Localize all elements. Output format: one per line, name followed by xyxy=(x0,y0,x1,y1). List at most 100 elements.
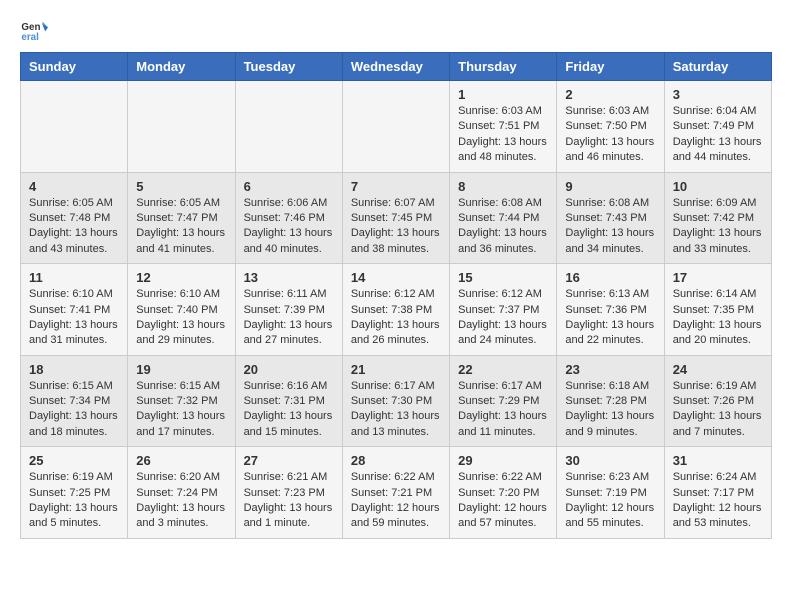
weekday-header-row: SundayMondayTuesdayWednesdayThursdayFrid… xyxy=(21,53,772,81)
day-number: 30 xyxy=(565,453,655,468)
cell-content: Sunrise: 6:19 AM Sunset: 7:26 PM Dayligh… xyxy=(673,379,763,441)
calendar-cell: 11 Sunrise: 6:10 AM Sunset: 7:41 PM Dayli… xyxy=(21,264,128,356)
calendar-cell: 30Sunrise: 6:23 AM Sunset: 7:19 PM Dayli… xyxy=(557,447,664,539)
cell-content: Sunrise: 6:24 AM Sunset: 7:17 PM Dayligh… xyxy=(673,470,763,532)
cell-content: Sunrise: 6:21 AM Sunset: 7:23 PM Dayligh… xyxy=(244,470,334,532)
calendar-cell: 17Sunrise: 6:14 AM Sunset: 7:35 PM Dayli… xyxy=(664,264,771,356)
cell-content: Sunrise: 6:15 AM Sunset: 7:34 PM Dayligh… xyxy=(29,379,119,441)
weekday-header-monday: Monday xyxy=(128,53,235,81)
weekday-header-sunday: Sunday xyxy=(21,53,128,81)
day-number: 27 xyxy=(244,453,334,468)
day-number: 22 xyxy=(458,362,548,377)
cell-content: Sunrise: 6:20 AM Sunset: 7:24 PM Dayligh… xyxy=(136,470,226,532)
calendar-cell: 10 Sunrise: 6:09 AM Sunset: 7:42 PM Dayli… xyxy=(664,172,771,264)
day-number: 9 xyxy=(565,179,655,194)
cell-content: Sunrise: 6:06 AM Sunset: 7:46 PM Dayligh… xyxy=(244,196,334,258)
calendar-cell: 26 Sunrise: 6:20 AM Sunset: 7:24 PM Dayli… xyxy=(128,447,235,539)
calendar-cell: 15Sunrise: 6:12 AM Sunset: 7:37 PM Dayli… xyxy=(450,264,557,356)
cell-content: Sunrise: 6:13 AM Sunset: 7:36 PM Dayligh… xyxy=(565,287,655,349)
day-number: 4 xyxy=(29,179,119,194)
cell-content: Sunrise: 6:10 AM Sunset: 7:40 PM Dayligh… xyxy=(136,287,226,349)
cell-content: Sunrise: 6:22 AM Sunset: 7:20 PM Dayligh… xyxy=(458,470,548,532)
weekday-header-thursday: Thursday xyxy=(450,53,557,81)
cell-content: Sunrise: 6:18 AM Sunset: 7:28 PM Dayligh… xyxy=(565,379,655,441)
calendar-cell: 14 Sunrise: 6:12 AM Sunset: 7:38 PM Dayli… xyxy=(342,264,449,356)
day-number: 29 xyxy=(458,453,548,468)
calendar-cell: 28 Sunrise: 6:22 AM Sunset: 7:21 PM Dayli… xyxy=(342,447,449,539)
day-number: 23 xyxy=(565,362,655,377)
calendar-cell: 31 Sunrise: 6:24 AM Sunset: 7:17 PM Dayli… xyxy=(664,447,771,539)
calendar-cell: 2 Sunrise: 6:03 AM Sunset: 7:50 PM Daylig… xyxy=(557,81,664,173)
cell-content: Sunrise: 6:15 AM Sunset: 7:32 PM Dayligh… xyxy=(136,379,226,441)
day-number: 5 xyxy=(136,179,226,194)
calendar-week-3: 11 Sunrise: 6:10 AM Sunset: 7:41 PM Dayli… xyxy=(21,264,772,356)
calendar-week-4: 18 Sunrise: 6:15 AM Sunset: 7:34 PM Dayli… xyxy=(21,355,772,447)
calendar-cell: 20 Sunrise: 6:16 AM Sunset: 7:31 PM Dayli… xyxy=(235,355,342,447)
calendar-table: SundayMondayTuesdayWednesdayThursdayFrid… xyxy=(20,52,772,539)
page-header: Gen eral xyxy=(20,16,772,44)
cell-content: Sunrise: 6:03 AM Sunset: 7:50 PM Dayligh… xyxy=(565,104,655,166)
cell-content: Sunrise: 6:16 AM Sunset: 7:31 PM Dayligh… xyxy=(244,379,334,441)
calendar-cell: 19 Sunrise: 6:15 AM Sunset: 7:32 PM Dayli… xyxy=(128,355,235,447)
calendar-cell: 23 Sunrise: 6:18 AM Sunset: 7:28 PM Dayli… xyxy=(557,355,664,447)
calendar-cell: 12 Sunrise: 6:10 AM Sunset: 7:40 PM Dayli… xyxy=(128,264,235,356)
cell-content: Sunrise: 6:08 AM Sunset: 7:44 PM Dayligh… xyxy=(458,196,548,258)
cell-content: Sunrise: 6:10 AM Sunset: 7:41 PM Dayligh… xyxy=(29,287,119,349)
weekday-header-tuesday: Tuesday xyxy=(235,53,342,81)
calendar-cell xyxy=(235,81,342,173)
day-number: 26 xyxy=(136,453,226,468)
calendar-cell: 16 Sunrise: 6:13 AM Sunset: 7:36 PM Dayli… xyxy=(557,264,664,356)
day-number: 14 xyxy=(351,270,441,285)
day-number: 20 xyxy=(244,362,334,377)
cell-content: Sunrise: 6:08 AM Sunset: 7:43 PM Dayligh… xyxy=(565,196,655,258)
weekday-header-saturday: Saturday xyxy=(664,53,771,81)
day-number: 6 xyxy=(244,179,334,194)
calendar-cell: 9 Sunrise: 6:08 AM Sunset: 7:43 PM Daylig… xyxy=(557,172,664,264)
cell-content: Sunrise: 6:05 AM Sunset: 7:48 PM Dayligh… xyxy=(29,196,119,258)
day-number: 3 xyxy=(673,87,763,102)
day-number: 28 xyxy=(351,453,441,468)
calendar-cell: 6 Sunrise: 6:06 AM Sunset: 7:46 PM Daylig… xyxy=(235,172,342,264)
weekday-header-wednesday: Wednesday xyxy=(342,53,449,81)
day-number: 18 xyxy=(29,362,119,377)
calendar-cell xyxy=(21,81,128,173)
calendar-week-2: 4 Sunrise: 6:05 AM Sunset: 7:48 PM Daylig… xyxy=(21,172,772,264)
calendar-cell xyxy=(128,81,235,173)
svg-text:eral: eral xyxy=(21,32,39,43)
calendar-cell: 29 Sunrise: 6:22 AM Sunset: 7:20 PM Dayli… xyxy=(450,447,557,539)
day-number: 11 xyxy=(29,270,119,285)
calendar-cell: 13 Sunrise: 6:11 AM Sunset: 7:39 PM Dayli… xyxy=(235,264,342,356)
day-number: 1 xyxy=(458,87,548,102)
calendar-cell: 18 Sunrise: 6:15 AM Sunset: 7:34 PM Dayli… xyxy=(21,355,128,447)
logo-icon: Gen eral xyxy=(20,16,48,44)
day-number: 17 xyxy=(673,270,763,285)
cell-content: Sunrise: 6:04 AM Sunset: 7:49 PM Dayligh… xyxy=(673,104,763,166)
calendar-cell: 3 Sunrise: 6:04 AM Sunset: 7:49 PM Daylig… xyxy=(664,81,771,173)
cell-content: Sunrise: 6:22 AM Sunset: 7:21 PM Dayligh… xyxy=(351,470,441,532)
weekday-header-friday: Friday xyxy=(557,53,664,81)
calendar-cell: 27 Sunrise: 6:21 AM Sunset: 7:23 PM Dayli… xyxy=(235,447,342,539)
day-number: 10 xyxy=(673,179,763,194)
cell-content: Sunrise: 6:05 AM Sunset: 7:47 PM Dayligh… xyxy=(136,196,226,258)
day-number: 7 xyxy=(351,179,441,194)
cell-content: Sunrise: 6:12 AM Sunset: 7:38 PM Dayligh… xyxy=(351,287,441,349)
cell-content: Sunrise: 6:09 AM Sunset: 7:42 PM Dayligh… xyxy=(673,196,763,258)
calendar-cell: 21 Sunrise: 6:17 AM Sunset: 7:30 PM Dayli… xyxy=(342,355,449,447)
calendar-cell: 8Sunrise: 6:08 AM Sunset: 7:44 PM Daylig… xyxy=(450,172,557,264)
calendar-cell: 7 Sunrise: 6:07 AM Sunset: 7:45 PM Daylig… xyxy=(342,172,449,264)
cell-content: Sunrise: 6:17 AM Sunset: 7:30 PM Dayligh… xyxy=(351,379,441,441)
calendar-cell: 25Sunrise: 6:19 AM Sunset: 7:25 PM Dayli… xyxy=(21,447,128,539)
cell-content: Sunrise: 6:19 AM Sunset: 7:25 PM Dayligh… xyxy=(29,470,119,532)
cell-content: Sunrise: 6:07 AM Sunset: 7:45 PM Dayligh… xyxy=(351,196,441,258)
calendar-cell: 4 Sunrise: 6:05 AM Sunset: 7:48 PM Daylig… xyxy=(21,172,128,264)
cell-content: Sunrise: 6:11 AM Sunset: 7:39 PM Dayligh… xyxy=(244,287,334,349)
day-number: 16 xyxy=(565,270,655,285)
day-number: 2 xyxy=(565,87,655,102)
day-number: 31 xyxy=(673,453,763,468)
day-number: 15 xyxy=(458,270,548,285)
day-number: 21 xyxy=(351,362,441,377)
day-number: 12 xyxy=(136,270,226,285)
calendar-cell: 1Sunrise: 6:03 AM Sunset: 7:51 PM Daylig… xyxy=(450,81,557,173)
day-number: 19 xyxy=(136,362,226,377)
day-number: 13 xyxy=(244,270,334,285)
